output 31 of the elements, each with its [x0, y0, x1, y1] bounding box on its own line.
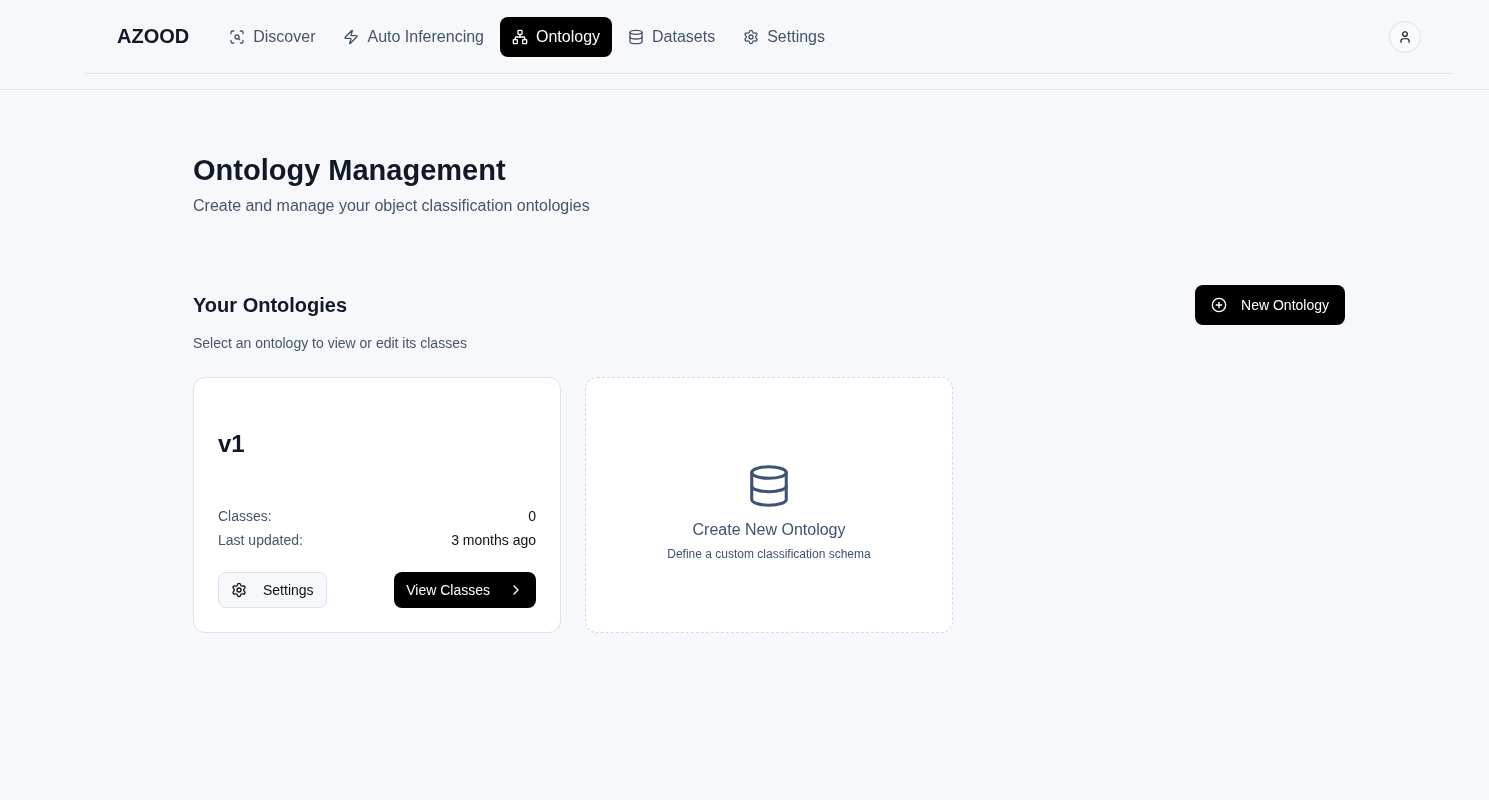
stat-value: 3 months ago	[451, 532, 536, 548]
nav-tab[interactable]: Settings	[731, 16, 837, 57]
settings-button[interactable]: Settings	[218, 572, 327, 608]
stat-label: Classes:	[218, 508, 272, 524]
settings-icon	[231, 582, 247, 598]
create-card-title: Create New Ontology	[692, 521, 846, 539]
nav-tab[interactable]: Discover	[217, 16, 328, 57]
nav-tab[interactable]: Datasets	[616, 16, 728, 57]
database-icon	[628, 28, 645, 45]
settings-icon	[743, 28, 760, 45]
brand-logo: AZOOD	[117, 25, 190, 48]
nav-tab[interactable]: Auto Inferencing	[331, 16, 496, 57]
page-subtitle: Create and manage your object classification ontologies	[193, 197, 591, 215]
create-ontology-card[interactable]: Create New Ontology Define a custom classification schema	[585, 377, 953, 633]
hierarchy-icon	[512, 28, 528, 45]
new-ontology-button[interactable]: New Ontology	[1195, 285, 1345, 325]
scan-icon	[229, 28, 246, 45]
view-classes-button[interactable]: View Classes	[394, 572, 536, 608]
user-avatar-button[interactable]	[1389, 20, 1421, 53]
ontology-card[interactable]: v1 Classes: 0 Last updated: 3 months ago Settings View Classes	[193, 377, 561, 633]
plus-circle-icon	[1211, 297, 1228, 313]
section-title: Your Ontologies	[193, 293, 348, 317]
page-title: Ontology Management	[193, 154, 507, 187]
ontology-name: v1	[218, 430, 246, 458]
user-icon	[1398, 29, 1412, 44]
create-card-description: Define a custom classification schema	[667, 547, 871, 561]
nav-tab[interactable]: Ontology	[500, 16, 613, 57]
section-hint: Select an ontology to view or edit its classes	[193, 335, 468, 351]
lightning-icon	[343, 28, 360, 45]
stat-value: 0	[528, 508, 536, 524]
stat-label: Last updated:	[218, 532, 303, 548]
